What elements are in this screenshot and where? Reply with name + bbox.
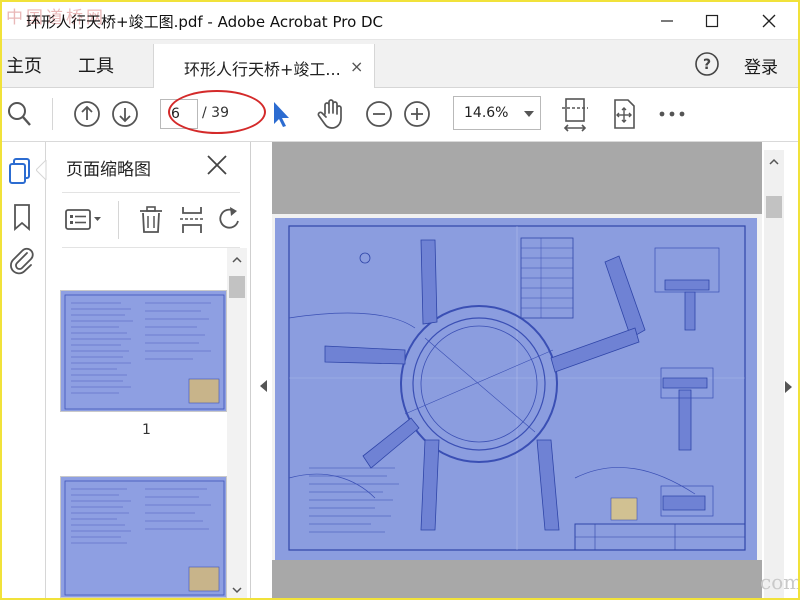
scroll-up-icon: [232, 256, 242, 263]
next-page-button[interactable]: [110, 99, 140, 129]
navigation-rail: [2, 142, 46, 598]
login-button[interactable]: 登录: [744, 53, 778, 78]
maximize-button[interactable]: [687, 2, 737, 40]
thumbnail-options-button[interactable]: [64, 207, 104, 237]
attachments-button[interactable]: [7, 244, 37, 280]
insert-page-button[interactable]: [178, 205, 206, 239]
document-tab-close-button[interactable]: ×: [350, 57, 363, 76]
paperclip-icon: [10, 247, 34, 275]
document-scrollbar[interactable]: [764, 150, 784, 598]
minimize-button[interactable]: [642, 2, 692, 40]
zoom-value: 14.6%: [464, 105, 509, 121]
svg-text:?: ?: [703, 57, 711, 73]
rotate-icon: [219, 207, 239, 229]
page-thumbnail-number: 1: [142, 422, 151, 438]
full-screen-button[interactable]: [609, 98, 639, 130]
zoom-out-button[interactable]: [364, 99, 394, 129]
thumbnail-scrollbar[interactable]: [227, 248, 247, 598]
arrow-down-circle-icon: [112, 101, 138, 127]
thumbnail-toolbar: [62, 192, 240, 248]
next-page-arrow-icon[interactable]: [785, 381, 792, 393]
trash-icon: [140, 206, 162, 233]
hand-icon: [317, 99, 342, 129]
previous-page-button[interactable]: [72, 99, 102, 129]
thumbnails-panel: 页面缩略图 1: [36, 142, 251, 598]
viewer-background-bottom: [272, 560, 762, 598]
scroll-down-icon: [232, 587, 242, 594]
full-screen-icon: [614, 99, 635, 129]
scroll-up-icon: [769, 158, 779, 165]
thumbnail-preview: [64, 480, 225, 596]
close-panel-button[interactable]: [206, 154, 228, 180]
bookmark-icon: [14, 204, 30, 231]
app-window: 中国道桥网 环形人行天桥+竣工图.pdf - Adobe Acrobat Pro…: [0, 0, 800, 600]
delete-page-button[interactable]: [138, 205, 164, 239]
options-list-icon: [65, 209, 101, 230]
close-window-button[interactable]: [744, 2, 794, 40]
page-thumbnails-button[interactable]: [7, 156, 37, 190]
search-button[interactable]: [6, 100, 32, 128]
help-icon: ?: [695, 52, 719, 76]
more-dots-icon: [659, 111, 685, 117]
help-button[interactable]: ?: [694, 51, 720, 81]
fit-page-button[interactable]: [560, 96, 590, 134]
cursor-arrow-icon: [274, 102, 289, 127]
page-thumbnail-2[interactable]: [60, 476, 227, 598]
site-watermark-tail: com: [760, 570, 800, 594]
thumbnail-preview: [64, 294, 225, 410]
document-scrollbar-thumb[interactable]: [766, 196, 782, 218]
close-icon: [207, 155, 227, 175]
more-tools-button[interactable]: [658, 104, 686, 124]
page-total-label: / 39: [202, 105, 229, 121]
thumbnail-toolbar-divider: [118, 201, 119, 239]
maximize-icon: [705, 14, 719, 28]
fit-page-icon: [562, 98, 588, 132]
close-icon: [762, 14, 776, 28]
hand-tool-button[interactable]: [316, 98, 346, 130]
chevron-down-icon: [524, 111, 534, 117]
document-tab-label: 环形人行天桥+竣工...: [184, 60, 341, 79]
zoom-in-icon: [404, 101, 430, 127]
minimize-icon: [661, 20, 673, 22]
search-icon: [8, 102, 31, 126]
arrow-up-circle-icon: [74, 101, 100, 127]
page-thumbnail-1[interactable]: [60, 290, 227, 412]
document-tab[interactable]: 环形人行天桥+竣工... ×: [153, 44, 375, 89]
zoom-dropdown[interactable]: 14.6%: [453, 96, 541, 130]
previous-page-arrow-icon[interactable]: [260, 380, 267, 392]
thumbnail-scrollbar-thumb[interactable]: [229, 276, 245, 298]
thumbnail-list: 1: [46, 248, 251, 598]
zoom-out-icon: [366, 101, 392, 127]
panel-pointer: [36, 160, 47, 180]
thumbnails-panel-title: 页面缩略图: [66, 160, 151, 180]
blueprint-graphic: [275, 218, 757, 560]
bookmarks-button[interactable]: [7, 202, 37, 236]
zoom-in-button[interactable]: [402, 99, 432, 129]
menu-bar: 主页 工具 环形人行天桥+竣工... × ? 登录: [2, 40, 798, 89]
insert-page-icon: [180, 207, 204, 233]
title-bar: 中国道桥网 环形人行天桥+竣工图.pdf - Adobe Acrobat Pro…: [2, 2, 798, 40]
select-tool-button[interactable]: [270, 100, 292, 128]
pages-icon: [9, 158, 30, 184]
window-title: 环形人行天桥+竣工图.pdf - Adobe Acrobat Pro DC: [26, 13, 384, 31]
rotate-page-button[interactable]: [216, 205, 242, 239]
page-number-input[interactable]: [160, 99, 198, 129]
blueprint-drawing: [275, 218, 757, 560]
toolbar-divider: [52, 98, 53, 130]
menu-home[interactable]: 主页: [6, 52, 42, 78]
menu-tools[interactable]: 工具: [78, 52, 114, 78]
toolbar: / 39 14.6%: [2, 88, 798, 142]
viewer-background-top: [272, 142, 762, 214]
